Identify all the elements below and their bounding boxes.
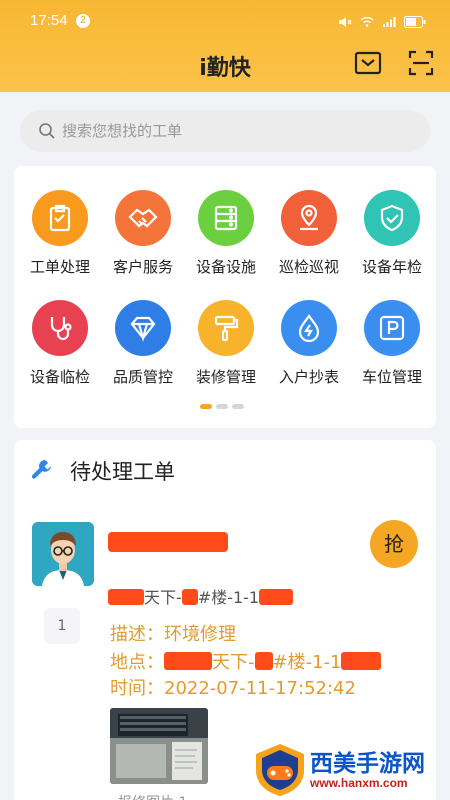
repair-photo[interactable] xyxy=(110,708,208,784)
grab-order-button[interactable]: 抢 xyxy=(370,520,418,568)
location-label: 地点： xyxy=(110,652,164,673)
water-drop-icon xyxy=(281,300,337,356)
page-indicator xyxy=(200,404,244,409)
menu-item-parking[interactable]: 车位管理 xyxy=(350,300,434,396)
menu-item-inspection[interactable]: 巡检巡视 xyxy=(267,190,351,286)
menu-item-quality[interactable]: 品质管控 xyxy=(101,300,185,396)
location-pin-icon xyxy=(281,190,337,246)
menu-label: 设备临检 xyxy=(29,368,90,386)
search-input[interactable] xyxy=(62,120,402,142)
clipboard-icon xyxy=(32,190,88,246)
order-address: 天下- #楼-1-1 xyxy=(108,584,294,608)
handshake-icon xyxy=(115,190,171,246)
menu-label: 工单处理 xyxy=(29,258,90,276)
avatar xyxy=(32,522,94,586)
menu-label: 入户抄表 xyxy=(278,368,339,386)
redacted-text xyxy=(108,589,144,605)
server-icon xyxy=(198,190,254,246)
redacted-text xyxy=(259,589,294,605)
pending-title: 待处理工单 xyxy=(70,460,175,484)
menu-label: 设备年检 xyxy=(361,258,422,276)
mute-icon xyxy=(338,13,352,32)
status-bar: 17:54 2 xyxy=(0,0,450,42)
redacted-name xyxy=(108,532,228,552)
page-dot xyxy=(216,404,228,409)
address-part: #楼-1-1 xyxy=(197,588,260,607)
menu-item-customer-service[interactable]: 客户服务 xyxy=(101,190,185,286)
signal-icon xyxy=(382,13,396,32)
address-part: 天下- xyxy=(144,588,182,607)
wifi-icon xyxy=(360,13,374,32)
paint-roller-icon xyxy=(198,300,254,356)
menu-item-work-order[interactable]: 工单处理 xyxy=(18,190,102,286)
menu-item-decoration[interactable]: 装修管理 xyxy=(184,300,268,396)
watermark: 西美手游网 www.hanxm.com xyxy=(248,740,448,800)
menu-label: 车位管理 xyxy=(361,368,422,386)
redacted-text xyxy=(341,652,382,670)
function-grid: 工单处理 客户服务 设备设施 巡检巡视 设备年检 设备临检 品质管控 装修管理 … xyxy=(14,166,436,428)
status-icons xyxy=(338,13,426,32)
order-description: 描述：环境修理 xyxy=(110,624,236,645)
watermark-title: 西美手游网 xyxy=(310,751,425,777)
redacted-text xyxy=(181,589,198,605)
watermark-url: www.hanxm.com xyxy=(310,776,408,790)
menu-label: 设备设施 xyxy=(195,258,256,276)
scan-icon[interactable] xyxy=(408,50,434,76)
order-time: 时间：2022-07-11-17:52:42 xyxy=(110,678,356,699)
order-location: 地点： 天下- #楼-1-1 xyxy=(110,648,382,674)
menu-label: 巡检巡视 xyxy=(278,258,339,276)
menu-item-annual-check[interactable]: 设备年检 xyxy=(350,190,434,286)
order-index: 1 xyxy=(44,608,80,644)
notification-badge: 2 xyxy=(76,14,90,28)
search-bar[interactable] xyxy=(20,110,430,152)
status-time: 17:54 xyxy=(30,12,68,29)
location-part: 天下- xyxy=(212,652,255,673)
wrench-icon xyxy=(30,458,54,482)
photo-label: 报修图片 1 xyxy=(118,792,187,800)
page-dot xyxy=(232,404,244,409)
battery-icon xyxy=(404,13,426,32)
diamond-icon xyxy=(115,300,171,356)
redacted-text xyxy=(254,652,273,670)
menu-label: 装修管理 xyxy=(195,368,256,386)
location-part: #楼-1-1 xyxy=(272,652,342,673)
stethoscope-icon xyxy=(32,300,88,356)
redacted-text xyxy=(164,652,212,670)
menu-item-meter-reading[interactable]: 入户抄表 xyxy=(267,300,351,396)
mail-icon[interactable] xyxy=(354,50,382,76)
shield-check-icon xyxy=(364,190,420,246)
app-title: i勤快 xyxy=(199,56,251,81)
menu-item-equipment[interactable]: 设备设施 xyxy=(184,190,268,286)
page-dot-active xyxy=(200,404,212,409)
menu-label: 客户服务 xyxy=(112,258,173,276)
menu-label: 品质管控 xyxy=(112,368,173,386)
menu-item-temp-check[interactable]: 设备临检 xyxy=(18,300,102,396)
parking-icon xyxy=(364,300,420,356)
search-icon xyxy=(38,122,56,140)
game-controller-logo xyxy=(256,744,304,796)
